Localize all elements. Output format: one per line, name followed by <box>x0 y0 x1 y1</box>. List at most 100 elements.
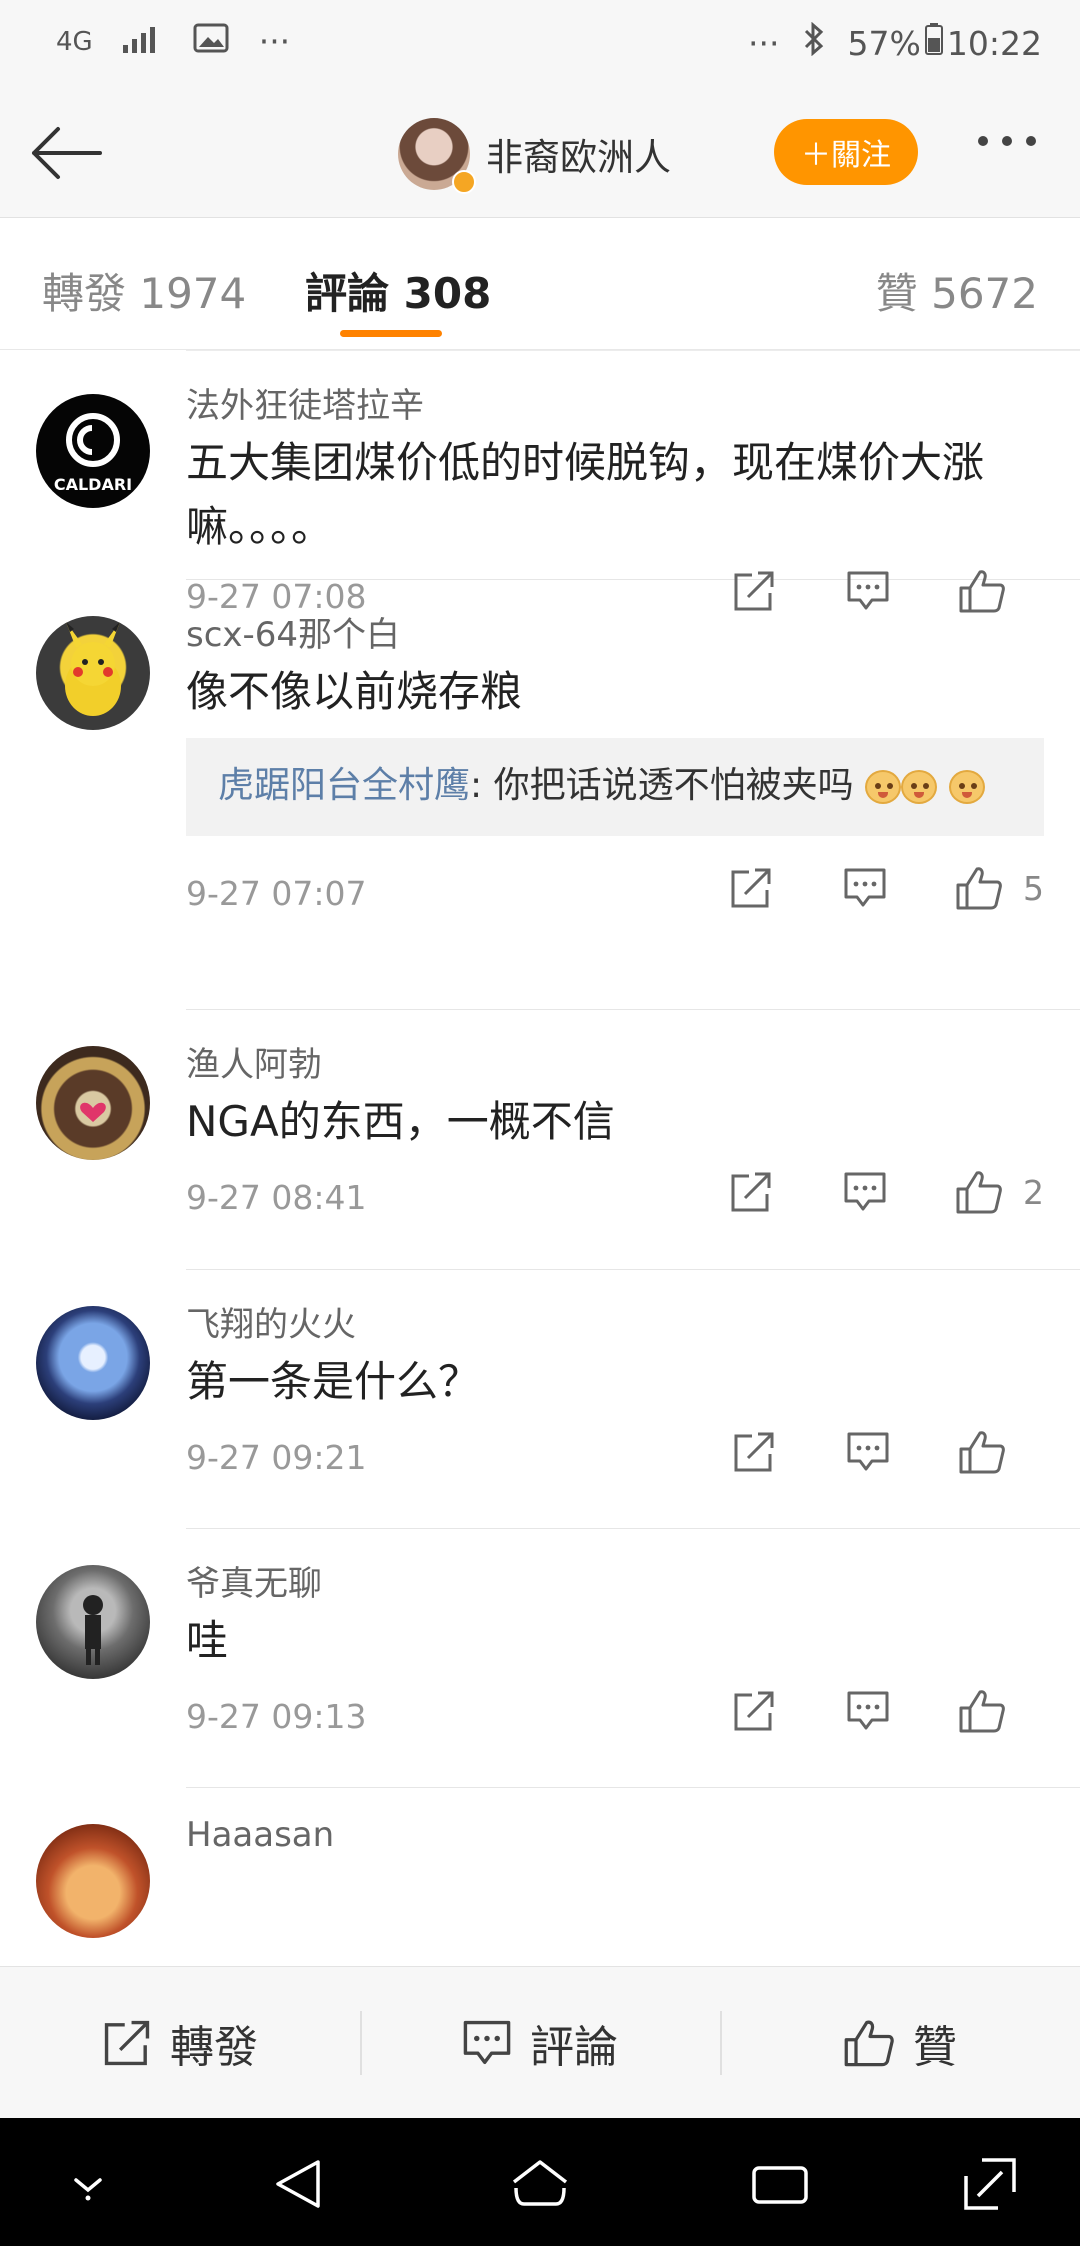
avatar[interactable] <box>36 1824 150 1938</box>
comment-text: 第一条是什么？ <box>186 1357 481 1406</box>
doge-emoji-icon <box>948 770 985 804</box>
avatar <box>398 118 476 194</box>
doge-emoji-icon <box>865 770 902 804</box>
network-indicator: 4G <box>56 26 93 57</box>
thumbs-up-icon <box>959 1431 1005 1474</box>
avatar[interactable] <box>36 1046 150 1160</box>
system-navigation-bar <box>0 2118 1080 2246</box>
comment-list[interactable]: CALDARI 法外狂徒塔拉辛 五大集团煤价低的时候脱钩，现在煤价大涨嘛。。。。… <box>0 350 1080 1966</box>
comment-reply-button[interactable] <box>839 1166 891 1218</box>
reply-username[interactable]: 虎踞阳台全村鹰 <box>218 765 470 806</box>
comment-icon <box>463 2020 511 2064</box>
like-button[interactable]: 贊 <box>720 1967 1080 2118</box>
comment-item: 爷真无聊 哇 9-27 09:13 <box>36 1529 1080 1788</box>
comment-share-button[interactable] <box>725 1166 777 1218</box>
page-title: 非裔欧洲人 <box>486 136 671 179</box>
comment-reply-button[interactable] <box>842 1685 894 1737</box>
avatar[interactable] <box>36 1306 150 1420</box>
follow-button[interactable]: ＋關注 <box>774 119 918 185</box>
nav-back-button[interactable] <box>268 2152 332 2216</box>
comment-share-button[interactable] <box>728 1685 780 1737</box>
tab-likes[interactable]: 贊 5672 <box>876 260 1038 321</box>
dot-icon <box>978 136 988 146</box>
comment-time: 9-27 08:41 <box>186 1178 367 1217</box>
more-notifications: ··· <box>258 22 291 61</box>
comment-item: CALDARI 法外狂徒塔拉辛 五大集团煤价低的时候脱钩，现在煤价大涨嘛。。。。… <box>36 350 1080 616</box>
comment-username[interactable]: 渔人阿勃 <box>186 1010 1080 1086</box>
comment-like-button[interactable] <box>953 1166 1005 1218</box>
repost-button[interactable]: 轉發 <box>0 1967 360 2118</box>
expand-icon <box>964 2158 1016 2210</box>
comment-username[interactable]: Haaasan <box>186 1788 1080 1855</box>
avatar[interactable] <box>36 616 150 730</box>
comment-item: scx-64那个白 像不像以前烧存粮 虎踞阳台全村鹰: 你把话说透不怕被夹吗 9… <box>36 580 1080 1010</box>
comment-icon <box>847 1432 889 1471</box>
comment-meta: 9-27 09:13 <box>186 1685 1080 1757</box>
comment-time: 9-27 07:07 <box>186 874 367 913</box>
signal-icon <box>122 22 163 61</box>
share-icon <box>104 2020 150 2065</box>
dot-icon <box>1026 136 1036 146</box>
comment-share-button[interactable] <box>725 862 777 914</box>
comment-item: 渔人阿勃 NGA的东西，一概不信 9-27 08:41 2 <box>36 1010 1080 1270</box>
avatar[interactable] <box>36 1565 150 1679</box>
reply-text: : 你把话说透不怕被夹吗 <box>470 765 854 806</box>
comment-item: 飞翔的火火 第一条是什么？ 9-27 09:21 <box>36 1270 1080 1529</box>
comment-meta: 9-27 07:07 5 <box>186 862 1080 934</box>
share-icon <box>734 1432 774 1472</box>
comment-meta: 9-27 08:41 2 <box>186 1166 1080 1238</box>
share-icon <box>731 1172 771 1212</box>
comment-like-button[interactable] <box>956 1426 1008 1478</box>
dot-icon <box>1002 136 1012 146</box>
nav-recents-button[interactable] <box>748 2152 812 2216</box>
tab-comments[interactable]: 評論 308 <box>305 260 491 321</box>
like-label: 贊 <box>913 2021 957 2073</box>
comment-share-button[interactable] <box>728 1426 780 1478</box>
back-triangle-icon <box>276 2160 320 2208</box>
like-count: 5 <box>1023 868 1044 908</box>
share-icon <box>731 868 771 908</box>
comment-like-button[interactable] <box>953 862 1005 914</box>
nav-home-button[interactable] <box>508 2152 572 2216</box>
active-tab-indicator <box>340 330 442 337</box>
tab-bar: 轉發 1974 評論 308 贊 5672 <box>0 218 1080 350</box>
reply-preview[interactable]: 虎踞阳台全村鹰: 你把话说透不怕被夹吗 <box>186 738 1044 836</box>
comment-item: Haaasan <box>36 1788 1080 1966</box>
top-bar: 非裔欧洲人 ＋關注 <box>0 90 1080 218</box>
avatar-logo-text: CALDARI <box>54 475 132 494</box>
comment-text: 五大集团煤价低的时候脱钩，现在煤价大涨嘛。。。。 <box>186 438 985 551</box>
comment-text: 像不像以前烧存粮 <box>186 667 523 716</box>
comment-button[interactable]: 評論 <box>360 1967 720 2118</box>
avatar[interactable]: CALDARI <box>36 394 150 508</box>
comment-username[interactable]: 飞翔的火火 <box>186 1270 1080 1346</box>
thumbs-up-icon <box>844 2020 894 2066</box>
recents-icon <box>752 2166 808 2204</box>
like-count: 2 <box>1023 1172 1044 1212</box>
clock: 10:22 <box>946 23 1042 63</box>
status-more: ··· <box>748 23 780 63</box>
doge-emoji-icon <box>901 770 938 804</box>
thumbs-up-icon <box>959 1690 1005 1733</box>
nav-fullscreen-button[interactable] <box>958 2152 1022 2216</box>
comment-username[interactable]: 法外狂徒塔拉辛 <box>186 351 1080 427</box>
tab-repost[interactable]: 轉發 1974 <box>42 260 246 321</box>
bottom-action-bar: 轉發 評論 贊 <box>0 1966 1080 2118</box>
header-user[interactable]: 非裔欧洲人 <box>398 118 671 194</box>
repost-label: 轉發 <box>170 2021 258 2073</box>
hide-keyboard-button[interactable] <box>56 2152 120 2216</box>
back-button[interactable] <box>28 120 104 186</box>
verified-badge-icon <box>452 170 476 194</box>
comment-username[interactable]: 爷真无聊 <box>186 1529 1080 1605</box>
comment-icon <box>847 1691 889 1730</box>
more-options-button[interactable] <box>978 136 1036 146</box>
comment-like-button[interactable] <box>956 1685 1008 1737</box>
image-notification-icon <box>193 22 229 61</box>
comment-reply-button[interactable] <box>842 1426 894 1478</box>
share-icon <box>734 1691 774 1731</box>
comment-time: 9-27 09:13 <box>186 1697 367 1736</box>
comment-username[interactable]: scx-64那个白 <box>186 580 1080 656</box>
comment-reply-button[interactable] <box>839 862 891 914</box>
battery-percent: 57% <box>847 23 921 63</box>
battery-icon <box>924 23 943 63</box>
comment-icon <box>844 868 886 907</box>
